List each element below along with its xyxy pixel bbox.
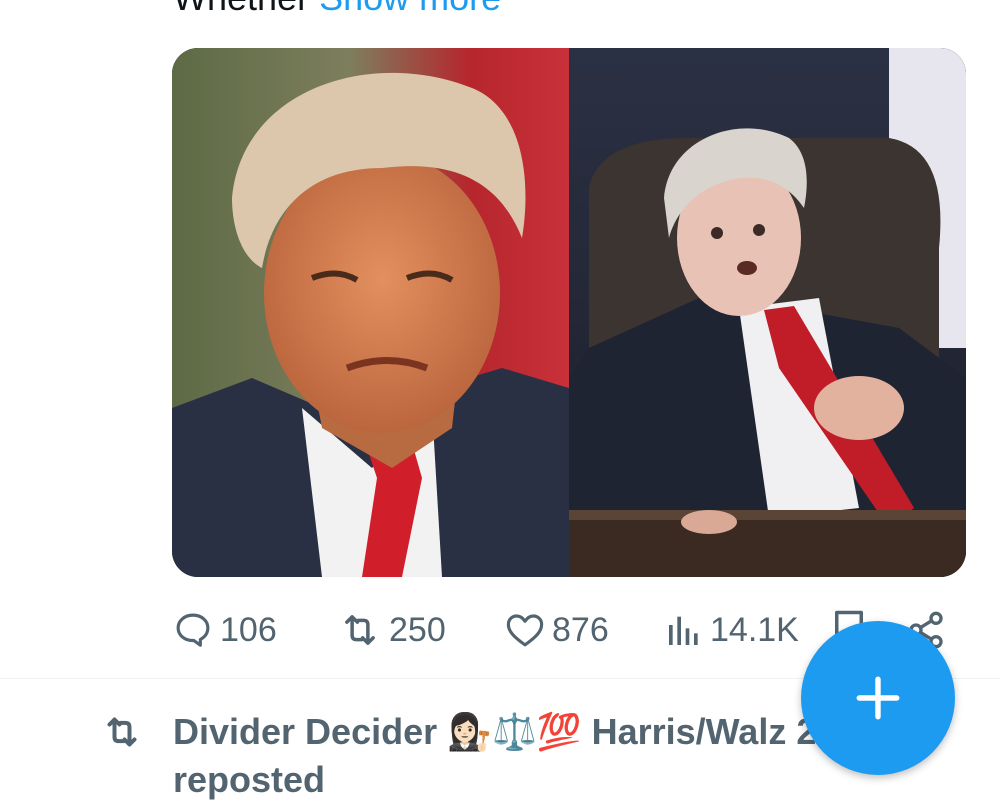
media-photo-left[interactable] bbox=[172, 48, 569, 577]
photo-seated-icon bbox=[569, 48, 966, 577]
views-button[interactable]: 14.1K bbox=[664, 605, 799, 655]
media-photo-right[interactable] bbox=[569, 48, 966, 577]
tweet-media[interactable] bbox=[172, 48, 966, 577]
reposted-label: reposted bbox=[173, 759, 326, 800]
repost-button[interactable]: 250 bbox=[337, 605, 446, 655]
views-count: 14.1K bbox=[710, 610, 799, 649]
like-count: 876 bbox=[552, 610, 609, 649]
like-button[interactable]: 876 bbox=[504, 605, 609, 655]
views-icon bbox=[669, 616, 698, 645]
reposter-name-link[interactable]: Divider Decider 👩🏻‍⚖️⚖️💯 Harris/Walz 2 bbox=[173, 708, 816, 756]
reply-icon bbox=[176, 613, 210, 647]
show-more-link[interactable]: Show more bbox=[319, 0, 501, 18]
reply-count: 106 bbox=[220, 610, 277, 649]
repost-notice-icon bbox=[107, 717, 137, 747]
reply-button[interactable]: 106 bbox=[172, 605, 277, 655]
repost-icon bbox=[345, 615, 375, 645]
compose-fab-button[interactable] bbox=[801, 621, 955, 775]
tweet-text: Whether Show more bbox=[173, 0, 501, 18]
heart-icon bbox=[506, 614, 544, 647]
repost-count: 250 bbox=[389, 610, 446, 649]
tweet-text-fragment: Whether bbox=[173, 0, 319, 18]
photo-portrait-icon bbox=[172, 48, 569, 577]
plus-icon bbox=[856, 676, 900, 720]
